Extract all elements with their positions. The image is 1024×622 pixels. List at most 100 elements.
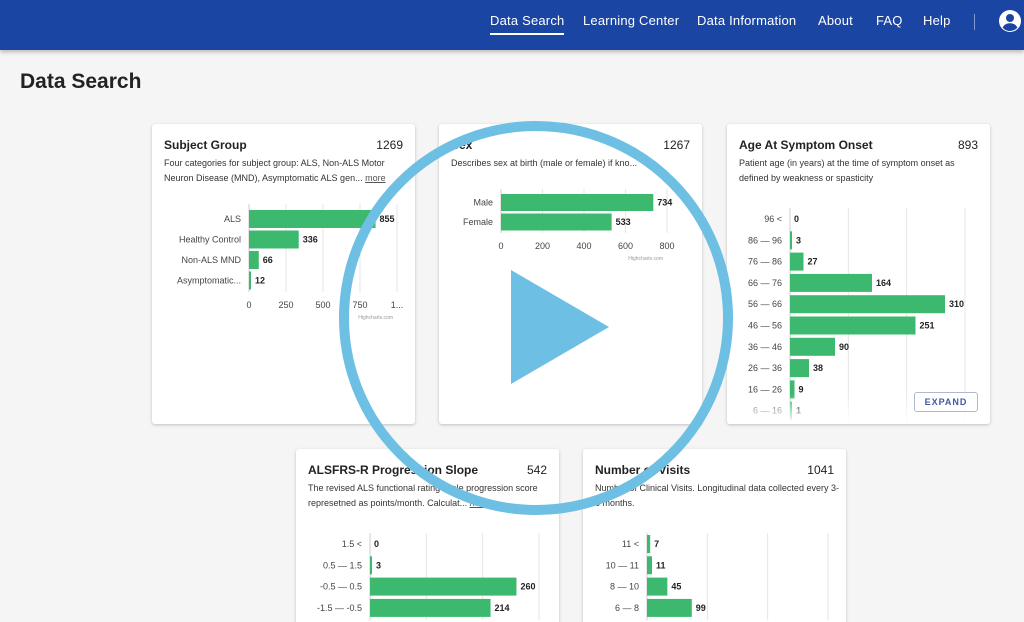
category-label: 6 — 16: [753, 406, 782, 416]
bar: [249, 271, 251, 290]
value-label: 27: [808, 257, 818, 267]
card-count: 1041: [807, 463, 834, 477]
card-age-at-symptom-onset[interactable]: Age At Symptom Onset 893 Patient age (in…: [727, 124, 990, 424]
category-label: ALS: [224, 214, 241, 224]
tick-label: 0: [246, 300, 251, 310]
tick-label: 600: [618, 241, 633, 251]
category-label: Male: [473, 198, 493, 208]
card-number-of-visits[interactable]: Number of Visits 1041 Number of Clinical…: [583, 449, 846, 622]
card-count: 542: [526, 463, 547, 477]
tick-label: 250: [278, 300, 293, 310]
value-label: 734: [657, 198, 672, 208]
bar: [790, 231, 792, 250]
value-label: 11: [656, 560, 666, 570]
bar: [647, 535, 651, 553]
card-title: Age At Symptom Onset: [739, 138, 873, 152]
value-label: 3: [796, 235, 801, 245]
value-label: 164: [876, 278, 891, 288]
category-label: 11 <: [622, 539, 639, 549]
value-label: 310: [949, 299, 964, 309]
sex-chart: Male 734 Female 533 0 200 400 600 800 Highcharts.…: [463, 189, 675, 262]
bar: [370, 598, 491, 617]
bar: [647, 598, 692, 617]
bar: [370, 556, 372, 575]
bar: [790, 252, 804, 271]
category-label: 10 — 11: [606, 560, 639, 570]
number-of-visits-chart: 11 < 7 10 — 11 11 8 — 10 45 6 — 8 99: [606, 533, 829, 621]
nav-help[interactable]: Help: [923, 13, 951, 28]
value-label: 1: [796, 406, 801, 416]
tick-label: 200: [535, 241, 550, 251]
value-label: 7: [654, 539, 659, 549]
bar: [249, 251, 259, 269]
card-count: 893: [957, 138, 978, 152]
category-label: 0.5 — 1.5: [323, 560, 362, 570]
subject-group-chart: ALS 855 Healthy Control 336 Non-ALS MND 66 Asy…: [177, 204, 404, 321]
category-label: 8 — 10: [610, 582, 639, 592]
bar: [790, 295, 945, 314]
nav-data-search[interactable]: Data Search: [490, 13, 565, 35]
card-description: Patient age (in years) at the time of sy…: [739, 158, 955, 183]
value-label: 0: [374, 539, 379, 549]
bar: [249, 210, 376, 228]
category-label: Asymptomatic...: [177, 276, 241, 286]
bar: [790, 337, 835, 356]
category-label: 56 — 66: [748, 299, 782, 309]
value-label: 855: [380, 214, 395, 224]
nav-faq[interactable]: FAQ: [876, 13, 903, 28]
value-label: 12: [255, 276, 265, 286]
bar: [790, 273, 872, 292]
category-label: 36 — 46: [748, 342, 782, 352]
card-count: 1269: [376, 138, 403, 152]
card-count: 1267: [663, 138, 690, 152]
bar: [370, 577, 517, 596]
more-link[interactable]: more: [365, 173, 386, 183]
value-label: 533: [616, 217, 631, 227]
value-label: 3: [376, 560, 381, 570]
alsfrs-slope-chart: 1.5 < 0 0.5 — 1.5 3 -0.5 — 0.5 260 -1.5 — -0.5…: [317, 533, 540, 621]
nav-data-information[interactable]: Data Information: [697, 13, 796, 28]
bar: [501, 213, 612, 231]
description-text: Four categories for subject group: ALS, …: [164, 158, 385, 183]
card-subject-group[interactable]: Subject Group 1269 Four categories for s…: [152, 124, 415, 424]
nav-learning-center[interactable]: Learning Center: [583, 13, 679, 28]
bar: [501, 194, 654, 211]
category-label: 16 — 26: [748, 384, 782, 394]
tick-label: 800: [659, 241, 674, 251]
account-circle-icon[interactable]: [998, 9, 1022, 33]
bar: [647, 577, 668, 596]
bar: [790, 380, 795, 399]
category-label: 6 — 8: [615, 603, 639, 613]
highcharts-credit: Highcharts.com: [358, 315, 393, 321]
card-title: ALSFRS-R Progression Slope: [308, 463, 479, 477]
value-label: 0: [794, 214, 799, 224]
value-label: 90: [839, 342, 849, 352]
category-label: 66 — 76: [748, 278, 782, 288]
value-label: 260: [520, 582, 535, 592]
tick-label: 0: [498, 241, 503, 251]
highcharts-credit: Highcharts.com: [628, 256, 663, 262]
top-navigation-bar: Data Search Learning Center Data Informa…: [0, 0, 1024, 50]
bar: [790, 401, 792, 420]
tick-label: 400: [576, 241, 591, 251]
card-description: Four categories for subject group: ALS, …: [164, 156, 409, 186]
value-label: 66: [263, 255, 273, 265]
category-label: 76 — 86: [748, 257, 782, 267]
value-label: 214: [495, 603, 510, 613]
expand-button[interactable]: EXPAND: [914, 392, 978, 412]
tick-label: 1...: [391, 300, 404, 310]
page-title: Data Search: [20, 70, 142, 93]
card-title: Subject Group: [164, 138, 247, 152]
nav-divider: [974, 14, 975, 30]
category-label: -1.5 — -0.5: [317, 603, 362, 613]
category-label: Healthy Control: [179, 235, 241, 245]
category-label: 1.5 <: [342, 539, 362, 549]
category-label: 86 — 96: [748, 235, 782, 245]
category-label: 96 <: [764, 214, 782, 224]
bar: [790, 316, 916, 335]
value-label: 45: [671, 582, 681, 592]
nav-about[interactable]: About: [818, 13, 853, 28]
value-label: 38: [813, 363, 823, 373]
value-label: 251: [920, 321, 935, 331]
value-label: 99: [696, 603, 706, 613]
